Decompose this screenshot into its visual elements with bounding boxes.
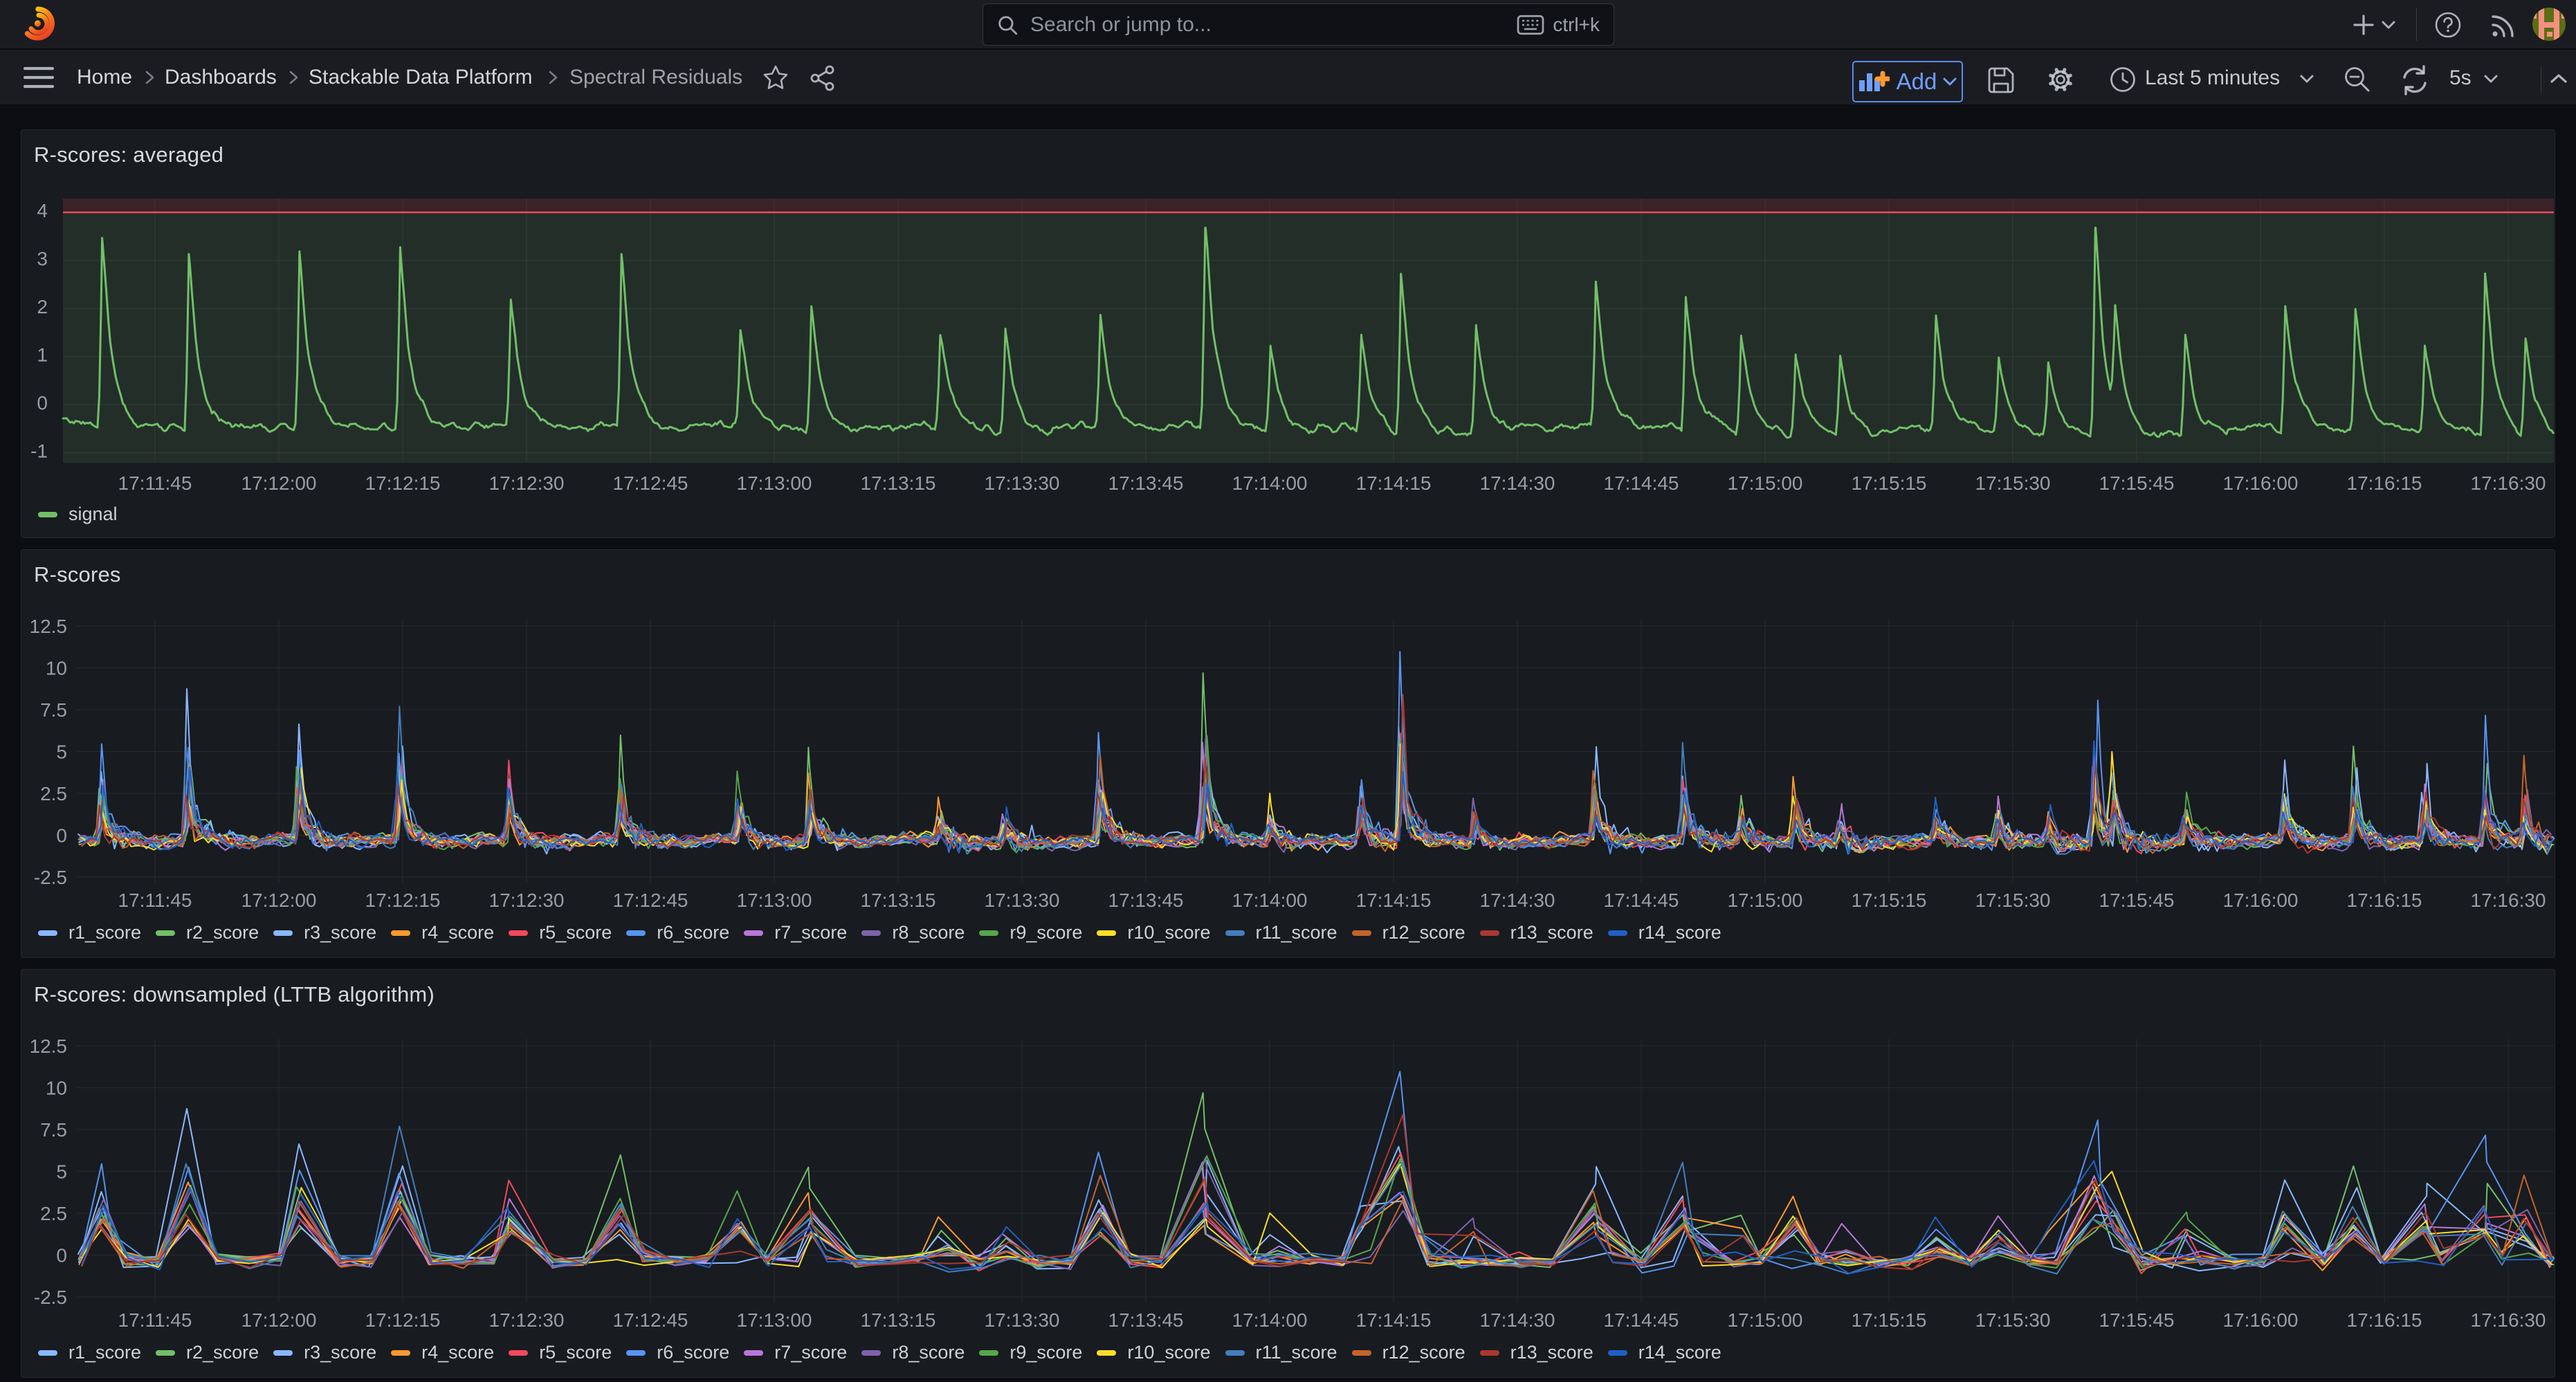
svg-text:17:14:45: 17:14:45 <box>1604 472 1679 494</box>
svg-text:-1: -1 <box>30 441 48 462</box>
svg-text:17:13:30: 17:13:30 <box>985 890 1060 911</box>
svg-text:17:15:45: 17:15:45 <box>2099 472 2175 494</box>
svg-text:5: 5 <box>56 1161 67 1183</box>
svg-text:17:15:00: 17:15:00 <box>1728 1309 1803 1331</box>
svg-text:17:15:00: 17:15:00 <box>1728 472 1803 494</box>
svg-text:17:14:00: 17:14:00 <box>1232 890 1308 911</box>
svg-text:4: 4 <box>37 200 48 221</box>
svg-text:17:11:45: 17:11:45 <box>118 890 192 911</box>
svg-text:17:14:30: 17:14:30 <box>1480 1309 1555 1331</box>
svg-text:17:15:00: 17:15:00 <box>1728 890 1803 911</box>
svg-text:17:13:30: 17:13:30 <box>985 1309 1060 1331</box>
svg-text:17:13:00: 17:13:00 <box>737 890 812 911</box>
svg-text:17:15:30: 17:15:30 <box>1975 472 2051 494</box>
svg-text:1: 1 <box>37 344 48 366</box>
svg-text:17:16:00: 17:16:00 <box>2223 890 2299 911</box>
svg-text:17:14:00: 17:14:00 <box>1232 472 1308 494</box>
svg-text:17:12:30: 17:12:30 <box>489 1309 565 1331</box>
svg-text:17:13:45: 17:13:45 <box>1108 890 1184 911</box>
svg-text:17:16:30: 17:16:30 <box>2471 472 2546 494</box>
svg-text:17:12:00: 17:12:00 <box>241 472 317 494</box>
svg-text:-2.5: -2.5 <box>34 1287 67 1308</box>
svg-text:2.5: 2.5 <box>40 783 67 804</box>
svg-text:17:12:30: 17:12:30 <box>489 890 565 911</box>
svg-text:17:16:30: 17:16:30 <box>2471 1309 2546 1331</box>
svg-text:-2.5: -2.5 <box>34 867 67 888</box>
svg-text:0: 0 <box>56 1245 67 1266</box>
svg-text:17:14:30: 17:14:30 <box>1480 472 1555 494</box>
svg-text:17:15:15: 17:15:15 <box>1852 472 1927 494</box>
svg-text:17:12:45: 17:12:45 <box>613 1309 688 1331</box>
svg-text:12.5: 12.5 <box>30 1035 68 1057</box>
svg-text:17:12:15: 17:12:15 <box>365 890 441 911</box>
svg-text:17:15:45: 17:15:45 <box>2099 890 2175 911</box>
svg-text:17:13:00: 17:13:00 <box>737 1309 812 1331</box>
svg-text:17:14:00: 17:14:00 <box>1232 1309 1308 1331</box>
svg-text:17:16:15: 17:16:15 <box>2347 472 2422 494</box>
svg-text:17:15:30: 17:15:30 <box>1975 1309 2051 1331</box>
svg-text:12.5: 12.5 <box>30 616 68 637</box>
svg-text:5: 5 <box>56 741 67 763</box>
svg-text:17:14:45: 17:14:45 <box>1604 890 1679 911</box>
svg-text:2: 2 <box>37 296 48 317</box>
svg-text:17:14:30: 17:14:30 <box>1480 890 1555 911</box>
svg-text:17:13:15: 17:13:15 <box>861 1309 936 1331</box>
svg-text:7.5: 7.5 <box>40 699 67 721</box>
svg-text:17:15:30: 17:15:30 <box>1975 890 2051 911</box>
svg-text:17:11:45: 17:11:45 <box>118 472 192 494</box>
svg-text:7.5: 7.5 <box>40 1119 67 1141</box>
svg-text:17:13:15: 17:13:15 <box>861 472 936 494</box>
svg-text:17:12:45: 17:12:45 <box>613 890 688 911</box>
svg-text:17:16:15: 17:16:15 <box>2347 1309 2422 1331</box>
svg-text:17:12:15: 17:12:15 <box>365 1309 441 1331</box>
svg-text:17:12:00: 17:12:00 <box>241 1309 317 1331</box>
svg-text:17:13:15: 17:13:15 <box>861 890 936 911</box>
svg-text:17:16:15: 17:16:15 <box>2347 890 2422 911</box>
svg-text:17:12:30: 17:12:30 <box>489 472 565 494</box>
svg-text:17:13:45: 17:13:45 <box>1108 472 1184 494</box>
svg-text:17:16:00: 17:16:00 <box>2223 472 2299 494</box>
svg-text:17:15:15: 17:15:15 <box>1852 1309 1927 1331</box>
svg-text:17:14:15: 17:14:15 <box>1356 890 1432 911</box>
svg-text:17:14:45: 17:14:45 <box>1604 1309 1679 1331</box>
svg-text:17:13:45: 17:13:45 <box>1108 1309 1184 1331</box>
svg-text:17:16:30: 17:16:30 <box>2471 890 2546 911</box>
svg-text:17:15:15: 17:15:15 <box>1852 890 1927 911</box>
svg-text:17:14:15: 17:14:15 <box>1356 472 1432 494</box>
svg-text:17:13:30: 17:13:30 <box>985 472 1060 494</box>
svg-text:10: 10 <box>46 658 67 679</box>
svg-text:3: 3 <box>37 248 48 270</box>
svg-text:17:14:15: 17:14:15 <box>1356 1309 1432 1331</box>
svg-text:17:11:45: 17:11:45 <box>118 1309 192 1331</box>
svg-text:0: 0 <box>56 825 67 847</box>
svg-text:17:13:00: 17:13:00 <box>737 472 812 494</box>
svg-text:17:12:45: 17:12:45 <box>613 472 688 494</box>
svg-text:17:12:00: 17:12:00 <box>241 890 317 911</box>
svg-text:2.5: 2.5 <box>40 1203 67 1224</box>
svg-text:17:12:15: 17:12:15 <box>365 472 441 494</box>
svg-text:17:15:45: 17:15:45 <box>2099 1309 2175 1331</box>
svg-text:0: 0 <box>37 392 48 414</box>
svg-text:10: 10 <box>46 1078 67 1099</box>
svg-text:17:16:00: 17:16:00 <box>2223 1309 2299 1331</box>
